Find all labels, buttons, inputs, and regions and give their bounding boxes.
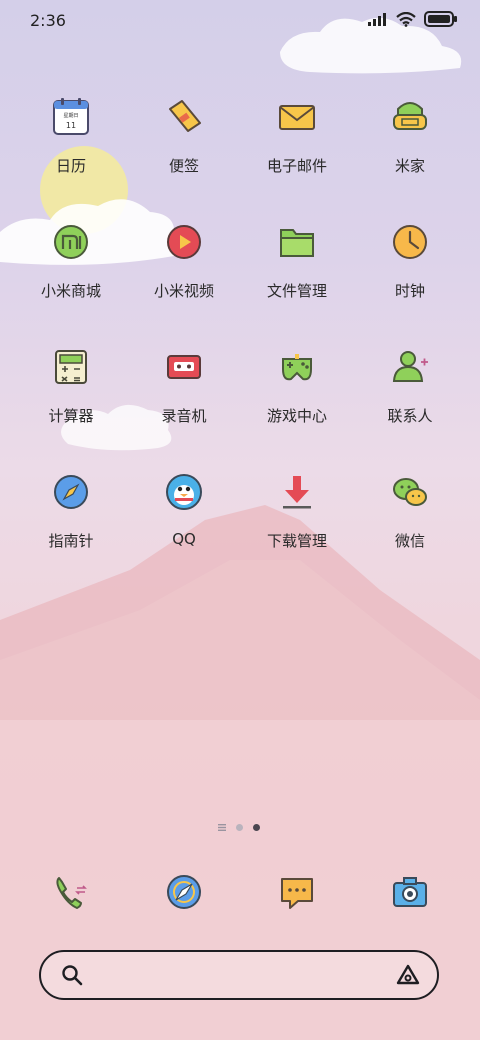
page-indicator[interactable] [218,824,260,831]
svg-text:星期日: 星期日 [63,113,78,119]
mail-icon [279,105,315,130]
app-contacts[interactable]: 联系人 [355,345,465,426]
messages-icon[interactable] [275,870,319,914]
app-mi-video[interactable]: 小米视频 [129,220,239,301]
app-label: 文件管理 [266,282,327,300]
app-label: 日历 [55,157,86,175]
gamepad-icon [282,354,312,381]
battery-icon [424,11,457,27]
app-mi-store[interactable]: 小米商城 [16,220,126,301]
app-files[interactable]: 文件管理 [242,220,352,301]
search-icon [62,965,83,986]
app-wechat[interactable]: 微信 [355,470,465,551]
app-label: QQ [172,530,196,548]
recorder-icon [167,355,201,379]
video-play-icon [167,225,201,259]
app-list-icon [218,824,226,831]
app-label: 录音机 [161,407,207,425]
app-label: 小米商城 [40,282,101,300]
app-label: 小米视频 [153,282,214,300]
svg-text:11: 11 [66,121,76,130]
app-mijia[interactable]: 米家 [355,95,465,176]
app-label: 下载管理 [266,532,327,550]
browser-icon[interactable] [162,870,206,914]
calendar-icon: 星期日 11 [53,98,89,135]
app-downloads[interactable]: 下载管理 [242,470,352,551]
app-notes[interactable]: 便签 [129,95,239,176]
calculator-icon [55,350,87,384]
clock-icon [393,225,427,259]
app-game-center[interactable]: 游戏中心 [242,345,352,426]
app-calendar[interactable]: 星期日 11 日历 [16,95,126,176]
signal-icon [368,13,386,26]
contacts-icon [392,351,428,382]
app-recorder[interactable]: 录音机 [129,345,239,426]
app-calculator[interactable]: 计算器 [16,345,126,426]
status-bar: 2:36 [0,0,480,40]
app-qq[interactable]: QQ [129,470,239,548]
app-label: 米家 [394,157,425,175]
app-label: 计算器 [48,407,94,425]
app-label: 电子邮件 [266,157,327,175]
mijia-sofa-icon [393,102,427,130]
app-label: 联系人 [387,407,433,425]
status-icons [368,11,458,27]
wechat-icon [393,478,427,506]
app-label: 游戏中心 [266,407,327,425]
page-dot-active[interactable] [253,824,260,831]
search-bar[interactable] [39,950,439,1000]
app-label: 时钟 [394,282,425,300]
phone-icon[interactable] [49,870,93,914]
dock [0,870,480,914]
compass-icon [54,475,88,509]
folder-icon [280,229,314,257]
page-dot[interactable] [236,824,243,831]
assistant-icon[interactable] [395,963,421,987]
wifi-icon [396,11,416,27]
download-icon [283,476,311,509]
app-mail[interactable]: 电子邮件 [242,95,352,176]
notes-icon [169,100,201,132]
qq-penguin-icon [166,474,202,510]
app-compass[interactable]: 指南针 [16,470,126,551]
app-label: 微信 [394,532,425,550]
app-label: 便签 [168,157,199,175]
app-clock[interactable]: 时钟 [355,220,465,301]
mi-store-icon [54,225,88,259]
app-label: 指南针 [48,532,94,550]
status-time: 2:36 [30,11,66,30]
camera-icon[interactable] [388,870,432,914]
